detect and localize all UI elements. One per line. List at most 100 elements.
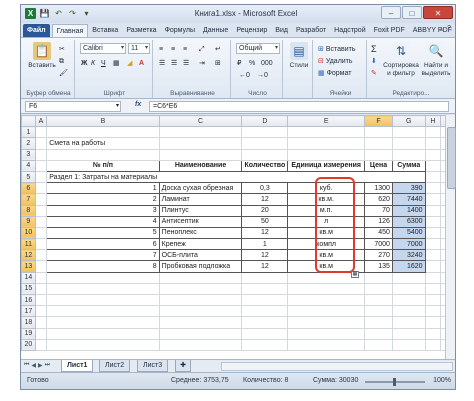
table-cell-qty[interactable]: 50 xyxy=(241,215,289,228)
cell[interactable] xyxy=(158,126,243,139)
cell[interactable] xyxy=(424,159,442,172)
merge-cells-icon[interactable]: ⊞ xyxy=(215,58,221,69)
worksheet-grid[interactable]: A B C D E F G H I 12Смета на работы34№ п… xyxy=(21,115,455,359)
cell[interactable] xyxy=(391,282,426,296)
table-header-n[interactable]: № п/п xyxy=(46,159,160,172)
table-cell-qty[interactable]: 20 xyxy=(241,204,289,217)
cell[interactable] xyxy=(364,293,393,307)
cell[interactable] xyxy=(424,193,442,206)
column-header-F[interactable]: F xyxy=(364,115,393,128)
cell[interactable] xyxy=(34,338,48,351)
table-cell-price[interactable]: 70 xyxy=(364,204,393,217)
cell[interactable] xyxy=(287,148,366,161)
table-cell-price[interactable]: 270 xyxy=(364,249,393,262)
row-header[interactable]: 5 xyxy=(21,170,36,184)
cell[interactable] xyxy=(34,170,48,184)
sheet-tab-2[interactable]: Лист2 xyxy=(99,360,131,372)
table-cell-qty[interactable]: 0,3 xyxy=(241,182,289,195)
ribbon-tab-5[interactable]: Данные xyxy=(199,24,232,37)
cell[interactable] xyxy=(364,327,393,340)
insert-cells-button[interactable]: ⊞ Вставить xyxy=(318,44,355,55)
cell[interactable] xyxy=(287,137,366,150)
table-header-unit[interactable]: Единица измерения xyxy=(287,159,366,172)
table-cell-n[interactable]: 7 xyxy=(46,249,160,262)
cell[interactable] xyxy=(424,293,442,307)
save-icon[interactable]: 💾 xyxy=(39,8,50,19)
cut-icon[interactable]: ✂ xyxy=(59,44,65,55)
last-sheet-icon[interactable]: ⏭ xyxy=(45,362,50,369)
table-cell-n[interactable]: 2 xyxy=(46,193,160,206)
indent-icon[interactable]: ⇥ xyxy=(199,58,205,69)
clear-icon[interactable]: ✎ xyxy=(371,68,377,79)
cell[interactable] xyxy=(424,327,442,340)
prev-sheet-icon[interactable]: ◀ xyxy=(31,362,36,369)
maximize-button[interactable]: □ xyxy=(402,6,422,19)
table-cell-unit[interactable]: компл xyxy=(287,238,366,251)
table-cell-unit[interactable]: л xyxy=(287,215,366,228)
cell[interactable] xyxy=(241,170,288,184)
cell[interactable] xyxy=(241,316,289,329)
row-header[interactable]: 6 xyxy=(21,182,36,195)
cell[interactable] xyxy=(34,193,48,206)
cell[interactable] xyxy=(34,260,48,273)
paste-button[interactable]: 📋 Вставить xyxy=(27,42,57,70)
cell[interactable] xyxy=(46,271,160,284)
font-name-dropdown[interactable]: Calibri xyxy=(80,43,126,54)
row-header[interactable]: 8 xyxy=(21,204,36,217)
cell[interactable] xyxy=(287,282,366,296)
align-right-icon[interactable]: ☰ xyxy=(183,58,189,69)
row-header[interactable]: 1 xyxy=(21,126,36,139)
table-header-qty[interactable]: Количество xyxy=(241,159,289,172)
cell[interactable] xyxy=(241,137,289,150)
table-cell-sum[interactable]: 3240 xyxy=(391,249,426,262)
table-cell-n[interactable]: 8 xyxy=(46,260,160,273)
cell[interactable] xyxy=(364,170,393,184)
table-cell-n[interactable]: 3 xyxy=(46,204,160,217)
cell[interactable] xyxy=(424,204,442,217)
cell[interactable] xyxy=(241,148,289,161)
cell[interactable] xyxy=(34,226,48,240)
underline-button[interactable]: Ч xyxy=(101,58,106,69)
column-header-B[interactable]: B xyxy=(46,115,160,128)
cell[interactable] xyxy=(34,148,48,161)
sort-filter-button[interactable]: ⇅ Сортировка и фильтр xyxy=(383,42,419,78)
cell[interactable] xyxy=(241,338,289,351)
table-cell-qty[interactable]: 12 xyxy=(241,193,289,206)
table-cell-sum[interactable]: 1620 xyxy=(391,260,426,273)
table-cell-n[interactable]: 5 xyxy=(46,226,160,240)
table-cell-sum[interactable]: 7000 xyxy=(391,238,426,251)
cell[interactable] xyxy=(158,305,243,318)
currency-icon[interactable]: ₽ xyxy=(237,58,241,69)
cell[interactable] xyxy=(364,126,393,139)
align-left-icon[interactable]: ☰ xyxy=(159,58,165,69)
row-header[interactable]: 13 xyxy=(21,260,36,273)
align-center-icon[interactable]: ☰ xyxy=(171,58,177,69)
cell[interactable] xyxy=(391,293,426,307)
cell[interactable] xyxy=(46,126,160,139)
align-bottom-icon[interactable]: ≡ xyxy=(183,44,187,55)
cell[interactable] xyxy=(46,316,160,329)
row-header[interactable]: 4 xyxy=(21,159,36,172)
zoom-slider[interactable] xyxy=(365,378,425,386)
table-cell-name[interactable]: Доска сухая обрезная xyxy=(158,182,243,195)
table-cell-unit[interactable]: м.п. xyxy=(287,204,366,217)
ribbon-tab-8[interactable]: Разработ xyxy=(292,24,330,37)
cell[interactable] xyxy=(158,327,243,340)
cell[interactable] xyxy=(46,305,160,318)
column-header-A[interactable]: A xyxy=(34,115,48,128)
cell[interactable] xyxy=(158,282,243,296)
cell[interactable] xyxy=(34,137,48,150)
cell[interactable] xyxy=(34,271,48,284)
table-header-name[interactable]: Наименование xyxy=(158,159,243,172)
minimize-button[interactable]: – xyxy=(381,6,401,19)
cell[interactable] xyxy=(241,305,289,318)
cell[interactable] xyxy=(158,148,243,161)
cell[interactable] xyxy=(34,327,48,340)
cell[interactable] xyxy=(241,271,289,284)
cell[interactable] xyxy=(34,215,48,228)
cell[interactable] xyxy=(159,170,242,184)
formula-input[interactable]: =C6*E6 xyxy=(149,101,449,112)
autofill-options-icon[interactable]: ▦ xyxy=(351,271,359,278)
cell[interactable] xyxy=(241,282,289,296)
cell[interactable] xyxy=(364,271,393,284)
